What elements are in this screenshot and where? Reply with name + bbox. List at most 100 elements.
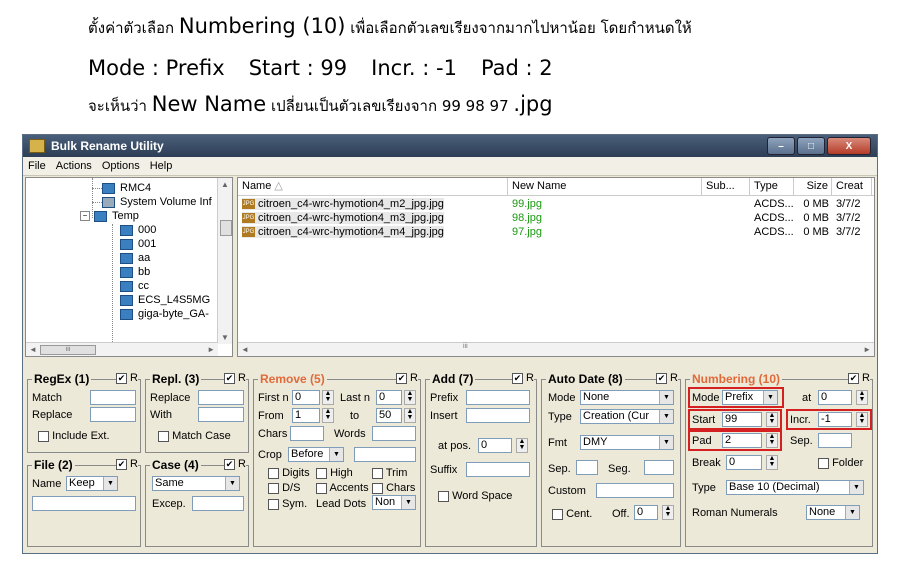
scroll-thumb[interactable] <box>220 220 232 236</box>
chevron-down-icon[interactable]: ▼ <box>659 410 673 423</box>
numbering-sep-input[interactable] <box>818 433 852 448</box>
high-checkbox[interactable]: High <box>316 467 353 479</box>
remove-enable[interactable]: ✔ R <box>395 372 418 384</box>
tree-item[interactable]: 001 <box>120 238 156 250</box>
tree-item[interactable]: ECS_L4S5MG <box>120 294 210 306</box>
file-list[interactable]: Name △ New Name Sub... Type Size Creat J… <box>237 177 875 357</box>
date-sep-input[interactable] <box>576 460 598 475</box>
folder-tree[interactable]: RMC4 System Volume Inf − Temp 000 001 aa … <box>25 177 233 357</box>
chevron-down-icon[interactable]: ▼ <box>659 391 673 404</box>
century-checkbox[interactable]: Cent. <box>552 508 592 520</box>
scroll-right-icon[interactable]: ► <box>863 345 871 354</box>
chevron-down-icon[interactable]: ▼ <box>103 477 117 490</box>
add-enable[interactable]: ✔ R <box>511 372 534 384</box>
accents-checkbox[interactable]: Accents <box>316 482 369 494</box>
scroll-up-icon[interactable]: ▲ <box>221 180 229 189</box>
numbering-folder-checkbox[interactable]: Folder <box>818 457 863 469</box>
numbering-at-input[interactable]: 0 <box>818 390 852 405</box>
insert-input[interactable] <box>466 408 530 423</box>
tree-item[interactable]: RMC4 <box>102 182 151 194</box>
case-enable[interactable]: ✔ R <box>223 458 246 470</box>
suffix-input[interactable] <box>466 462 530 477</box>
lead-dots-select[interactable]: Non ▼ <box>372 495 416 510</box>
auto-date-enable[interactable]: ✔ R <box>655 372 678 384</box>
trim-checkbox[interactable]: Trim <box>372 467 407 479</box>
chars-input[interactable] <box>290 426 324 441</box>
prefix-input[interactable] <box>466 390 530 405</box>
regex-replace-input[interactable] <box>90 407 136 422</box>
numbering-at-stepper[interactable]: ▲ ▼ <box>856 390 868 405</box>
tree-item[interactable]: aa <box>120 252 150 264</box>
date-seg-input[interactable] <box>644 460 674 475</box>
regex-match-input[interactable] <box>90 390 136 405</box>
first-n-input[interactable]: 0 <box>292 390 320 405</box>
tree-item[interactable]: 000 <box>120 224 156 236</box>
chars-checkbox[interactable]: Chars <box>372 482 415 494</box>
numbering-break-stepper[interactable]: ▲ ▼ <box>766 455 778 470</box>
minimize-button[interactable]: – <box>767 137 795 155</box>
match-case-checkbox[interactable]: Match Case <box>158 430 231 442</box>
chevron-down-icon[interactable]: ▼ <box>849 481 863 494</box>
tree-item[interactable]: System Volume Inf <box>102 196 212 208</box>
column-size[interactable]: Size <box>794 178 832 195</box>
file-row[interactable]: JPG citroen_c4-wrc-hymotion4_m2_jpg.jpg 9… <box>238 197 874 211</box>
column-sub[interactable]: Sub... <box>702 178 750 195</box>
file-list-horizontal-scrollbar[interactable]: ◄ iii ► <box>238 342 874 356</box>
regex-enable[interactable]: ✔ R <box>115 372 138 384</box>
scroll-right-icon[interactable]: ► <box>207 345 215 354</box>
scroll-down-icon[interactable]: ▼ <box>221 333 229 342</box>
last-n-stepper[interactable]: ▲ ▼ <box>404 390 416 405</box>
date-format-select[interactable]: DMY ▼ <box>580 435 674 450</box>
tree-vertical-scrollbar[interactable]: ▲ ▼ <box>217 178 232 344</box>
column-type[interactable]: Type <box>750 178 794 195</box>
date-offset-stepper[interactable]: ▲ ▼ <box>662 505 674 520</box>
to-input[interactable]: 50 <box>376 408 402 423</box>
chevron-down-icon[interactable]: ▼ <box>845 506 859 519</box>
regex-include-ext[interactable]: Include Ext. <box>38 430 110 442</box>
file-row[interactable]: JPG citroen_c4-wrc-hymotion4_m4_jpg.jpg 9… <box>238 225 874 239</box>
menu-help[interactable]: Help <box>145 160 178 172</box>
roman-numerals-select[interactable]: None ▼ <box>806 505 860 520</box>
menu-actions[interactable]: Actions <box>51 160 97 172</box>
close-button[interactable]: X <box>827 137 871 155</box>
sym-checkbox[interactable]: Sym. <box>268 498 307 510</box>
chevron-down-icon[interactable]: ▼ <box>401 496 415 509</box>
date-offset-input[interactable]: 0 <box>634 505 658 520</box>
collapse-icon[interactable]: − <box>80 211 90 222</box>
case-excep-input[interactable] <box>192 496 244 511</box>
date-custom-input[interactable] <box>596 483 674 498</box>
numbering-break-input[interactable]: 0 <box>726 455 762 470</box>
numbering-enable[interactable]: ✔ R <box>847 372 870 384</box>
at-pos-stepper[interactable]: ▲ ▼ <box>516 438 528 453</box>
from-stepper[interactable]: ▲ ▼ <box>322 408 334 423</box>
replace-enable[interactable]: ✔ R <box>223 372 246 384</box>
tree-item[interactable]: − Temp <box>80 210 139 222</box>
with-input[interactable] <box>198 407 244 422</box>
last-n-input[interactable]: 0 <box>376 390 402 405</box>
digits-checkbox[interactable]: Digits <box>268 467 310 479</box>
date-mode-select[interactable]: None ▼ <box>580 390 674 405</box>
tree-item[interactable]: bb <box>120 266 150 278</box>
from-input[interactable]: 1 <box>292 408 320 423</box>
case-select[interactable]: Same ▼ <box>152 476 240 491</box>
crop-input[interactable] <box>354 447 416 462</box>
tree-horizontal-scrollbar[interactable]: ◄ iii ► <box>26 342 218 356</box>
file-name-select[interactable]: Keep ▼ <box>66 476 118 491</box>
menu-options[interactable]: Options <box>97 160 145 172</box>
scroll-left-icon[interactable]: ◄ <box>241 345 249 354</box>
scroll-left-icon[interactable]: ◄ <box>29 345 37 354</box>
scroll-thumb[interactable]: iii <box>40 345 96 355</box>
column-new-name[interactable]: New Name <box>508 178 702 195</box>
maximize-button[interactable]: □ <box>797 137 825 155</box>
column-created[interactable]: Creat <box>832 178 872 195</box>
date-type-select[interactable]: Creation (Cur ▼ <box>580 409 674 424</box>
file-name-input[interactable] <box>32 496 136 511</box>
chevron-down-icon[interactable]: ▼ <box>659 436 673 449</box>
column-name[interactable]: Name △ <box>238 178 508 195</box>
tree-item[interactable]: giga-byte_GA- <box>120 308 209 320</box>
tree-item[interactable]: cc <box>120 280 149 292</box>
file-enable[interactable]: ✔ R <box>115 458 138 470</box>
word-space-checkbox[interactable]: Word Space <box>438 490 512 502</box>
replace-input[interactable] <box>198 390 244 405</box>
file-row[interactable]: JPG citroen_c4-wrc-hymotion4_m3_jpg.jpg 9… <box>238 211 874 225</box>
